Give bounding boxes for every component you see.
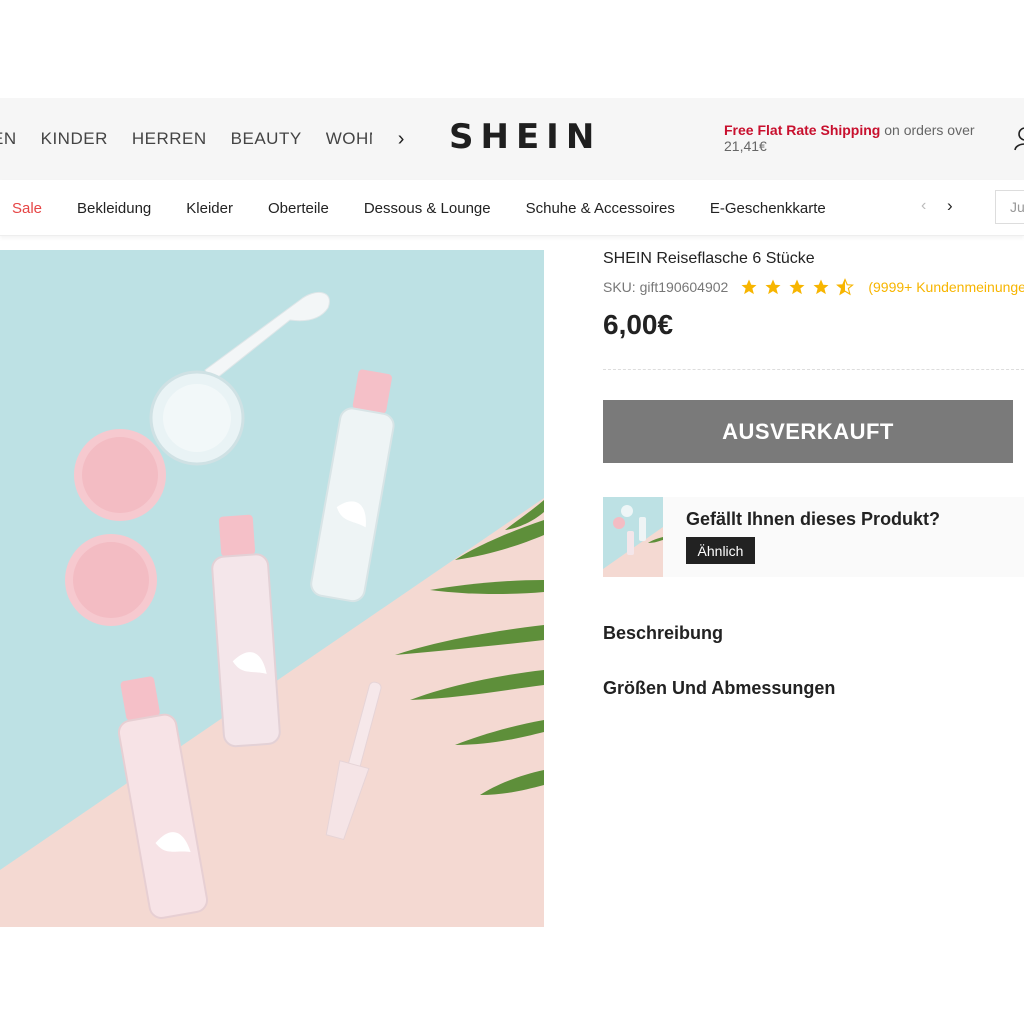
star-icon xyxy=(765,279,781,295)
subnav-item-sale[interactable]: Sale xyxy=(12,200,42,217)
chevron-left-icon[interactable]: ‹ xyxy=(921,197,926,215)
search-input[interactable]: Ju xyxy=(995,190,1024,224)
product-price: 6,00€ xyxy=(603,309,674,340)
top-header: EN KINDER HERREN BEAUTY WOHNEN › SHEIN F… xyxy=(0,98,1024,180)
similar-thumbnail[interactable] xyxy=(603,497,663,577)
product-image[interactable] xyxy=(0,250,544,927)
category-item-kinder[interactable]: KINDER xyxy=(41,129,108,149)
review-count-link[interactable]: (9999+ Kundenmeinungen) xyxy=(868,279,1024,295)
star-icon xyxy=(741,279,757,295)
shipping-promo[interactable]: Free Flat Rate Shipping on orders over 2… xyxy=(724,122,994,154)
chevron-right-icon[interactable]: › xyxy=(398,128,405,151)
sold-out-button[interactable]: AUSVERKAUFT xyxy=(603,400,1013,463)
subnav-item-kleider[interactable]: Kleider xyxy=(186,200,233,217)
similar-products-box: Gefällt Ihnen dieses Produkt? Ähnlich xyxy=(603,497,1024,577)
subnav-item-schuhe-accessoires[interactable]: Schuhe & Accessoires xyxy=(526,200,675,217)
category-item-herren[interactable]: HERREN xyxy=(132,129,207,149)
sku-rating-row: SKU: gift190604902 (9999+ Kundenmeinunge… xyxy=(603,278,1024,296)
chevron-right-icon[interactable]: › xyxy=(947,196,953,216)
category-item-wohnen[interactable]: WOHNEN xyxy=(326,129,372,149)
similar-button[interactable]: Ähnlich xyxy=(686,537,755,564)
sub-nav: Sale Bekleidung Kleider Oberteile Dessou… xyxy=(0,180,1024,236)
half-star-icon xyxy=(836,278,855,296)
subnav-item-dessous-lounge[interactable]: Dessous & Lounge xyxy=(364,200,491,217)
star-icon xyxy=(813,279,829,295)
user-icon[interactable] xyxy=(1013,126,1024,152)
category-nav: EN KINDER HERREN BEAUTY WOHNEN › xyxy=(0,98,404,180)
star-rating[interactable] xyxy=(740,278,860,296)
category-item-beauty[interactable]: BEAUTY xyxy=(231,129,302,149)
star-icon xyxy=(789,279,805,295)
description-section[interactable]: Beschreibung xyxy=(603,623,723,644)
sizes-section[interactable]: Größen Und Abmessungen xyxy=(603,678,835,699)
category-item-en[interactable]: EN xyxy=(0,129,17,149)
like-question: Gefällt Ihnen dieses Produkt? xyxy=(686,509,941,529)
promo-highlight: Free Flat Rate Shipping xyxy=(724,122,881,138)
product-title: SHEIN Reiseflasche 6 Stücke xyxy=(603,250,815,267)
shein-logo[interactable]: SHEIN xyxy=(449,117,601,157)
subnav-item-bekleidung[interactable]: Bekleidung xyxy=(77,200,151,217)
subnav-item-oberteile[interactable]: Oberteile xyxy=(268,200,329,217)
product-sku: SKU: gift190604902 xyxy=(603,279,729,295)
divider xyxy=(603,369,1024,370)
subnav-item-e-geschenkkarte[interactable]: E-Geschenkkarte xyxy=(710,200,826,217)
